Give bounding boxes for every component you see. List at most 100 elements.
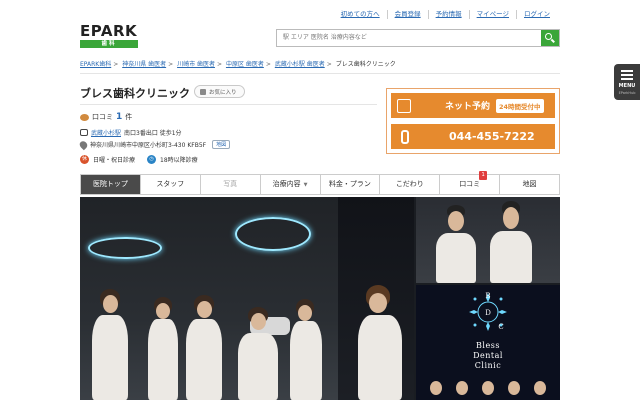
breadcrumb-item[interactable]: 武蔵小杉駅 歯医者 xyxy=(275,61,325,68)
search-icon-handle xyxy=(551,38,555,43)
access-detail: 南口3番出口 徒歩1分 xyxy=(124,130,182,137)
ceiling-light xyxy=(235,217,311,251)
late-label: 18時以降診療 xyxy=(160,157,198,164)
phone-number: 044-455-7222 xyxy=(449,130,535,143)
menu-icon xyxy=(621,70,633,72)
staff-face xyxy=(508,381,520,395)
clinic-logo-icon: B D C xyxy=(469,292,507,331)
map-link[interactable]: 地図 xyxy=(212,140,231,149)
staff-face xyxy=(103,295,118,313)
staff-figure xyxy=(186,319,222,400)
divider xyxy=(80,73,560,74)
staff-photo-portrait xyxy=(338,197,414,400)
link-first-time[interactable]: 初めての方へ xyxy=(334,10,388,19)
station-link[interactable]: 武蔵小杉駅 xyxy=(91,128,121,137)
link-login[interactable]: ログイン xyxy=(517,10,557,19)
doctors-photo xyxy=(416,197,560,283)
net-reservation-button[interactable]: ネット予約 24時間受付中 xyxy=(391,93,555,118)
breadcrumb-item[interactable]: 中原区 歯医者 xyxy=(226,61,264,68)
staff-face xyxy=(369,293,387,313)
staff-face xyxy=(534,381,546,395)
tab-staff[interactable]: スタッフ xyxy=(140,175,201,194)
access-info: 武蔵小杉駅 南口3番出口 徒歩1分 xyxy=(80,128,182,137)
breadcrumb-item[interactable]: 川崎市 歯医者 xyxy=(177,61,215,68)
menu-icon xyxy=(621,78,633,80)
breadcrumb-separator: > xyxy=(326,61,332,68)
review-unit: 件 xyxy=(125,113,133,121)
breadcrumb-separator: > xyxy=(168,61,174,68)
tab-map[interactable]: 地図 xyxy=(500,175,559,194)
logo-main: EPARK xyxy=(80,22,138,40)
staff-figure xyxy=(92,315,128,400)
logo-word-bless: Bless xyxy=(476,341,500,350)
link-mypage[interactable]: マイページ xyxy=(470,10,517,19)
tab-label: 医院トップ xyxy=(92,180,128,188)
comment-icon xyxy=(80,113,89,121)
logo-letter-c: C xyxy=(498,323,503,331)
tab-pricing[interactable]: 料金・プラン xyxy=(320,175,381,194)
breadcrumb: EPARK歯科 > 神奈川県 歯医者 > 川崎市 歯医者 > 中原区 歯医者 > 武蔵小… xyxy=(80,59,396,68)
tab-features[interactable]: こだわり xyxy=(380,175,441,194)
staff-face xyxy=(298,305,312,321)
search-input[interactable] xyxy=(277,30,541,46)
favorite-button[interactable]: お気に入り xyxy=(194,85,245,98)
address-info: 神奈川県川崎市中原区小杉町3-430 KFB5F 地図 xyxy=(78,139,231,150)
review-label: 口コミ xyxy=(92,113,113,121)
tab-label: こだわり xyxy=(395,180,424,188)
breadcrumb-item[interactable]: 神奈川県 歯医者 xyxy=(122,61,166,68)
doctor-figure xyxy=(490,231,532,283)
doctor-face xyxy=(448,211,464,231)
clock-icon: ◷ xyxy=(147,155,157,164)
epark-logo[interactable]: EPARK 歯科 xyxy=(80,24,138,48)
staff-face xyxy=(156,303,170,319)
menu-sublabel: EParkHub xyxy=(618,91,636,95)
link-register[interactable]: 会員登録 xyxy=(388,10,429,19)
train-icon xyxy=(80,129,88,136)
logo-letter-d: D xyxy=(485,309,491,317)
phone-button[interactable]: 044-455-7222 xyxy=(391,124,555,149)
tab-reviews[interactable]: 口コミ 1 xyxy=(440,171,501,194)
staff-face xyxy=(251,313,266,330)
tab-label: スタッフ xyxy=(156,180,185,188)
staff-figure xyxy=(358,315,402,400)
calendar-icon xyxy=(397,98,411,113)
tab-photos[interactable]: 写真 xyxy=(200,175,261,194)
phone-icon xyxy=(401,129,409,144)
tab-label: 地図 xyxy=(522,180,537,188)
chevron-down-icon: ▼ xyxy=(303,182,308,188)
tab-label: 写真 xyxy=(223,180,238,188)
breadcrumb-separator: > xyxy=(265,61,271,68)
24h-badge: 24時間受付中 xyxy=(496,98,544,113)
cta-panel: ネット予約 24時間受付中 044-455-7222 xyxy=(386,88,560,154)
logo-letter-b: B xyxy=(485,292,490,300)
notice-badge: 1 xyxy=(479,171,488,180)
clinic-tabs: 医院トップ スタッフ 写真 治療内容 ▼ 料金・プラン こだわり 口コミ 1 地図 xyxy=(80,171,560,195)
logo-sub: 歯科 xyxy=(80,40,138,48)
location-pin-icon xyxy=(78,139,89,150)
net-reservation-label: ネット予約 xyxy=(445,102,491,112)
staff-face xyxy=(197,301,212,318)
doctor-figure xyxy=(436,233,476,283)
staff-photo-main xyxy=(80,197,338,400)
review-summary[interactable]: 口コミ 1 件 xyxy=(80,112,132,122)
side-menu-button[interactable]: MENU EParkHub xyxy=(614,64,640,100)
tab-label: 口コミ xyxy=(459,180,481,188)
holiday-icon: 休 xyxy=(80,155,89,164)
tab-treatments[interactable]: 治療内容 ▼ xyxy=(260,175,321,194)
staff-face xyxy=(430,381,442,395)
link-reservations[interactable]: 予約情報 xyxy=(429,10,470,19)
favorite-label: お気に入り xyxy=(209,89,237,96)
menu-icon xyxy=(621,74,633,76)
tab-top[interactable]: 医院トップ xyxy=(81,175,141,194)
logo-word-dental: Dental xyxy=(473,351,503,360)
breadcrumb-item[interactable]: EPARK歯科 xyxy=(80,61,111,68)
holiday-label: 日曜・祝日診療 xyxy=(93,157,136,164)
search-button[interactable] xyxy=(541,30,559,46)
divider xyxy=(80,104,377,105)
review-count: 1 xyxy=(116,112,123,122)
menu-label: MENU xyxy=(618,83,636,89)
header-links: 初めての方へ 会員登録 予約情報 マイページ ログイン xyxy=(334,10,557,19)
ceiling-light xyxy=(88,237,162,259)
staff-face xyxy=(456,381,468,395)
logo-word-clinic: Clinic xyxy=(474,361,502,370)
